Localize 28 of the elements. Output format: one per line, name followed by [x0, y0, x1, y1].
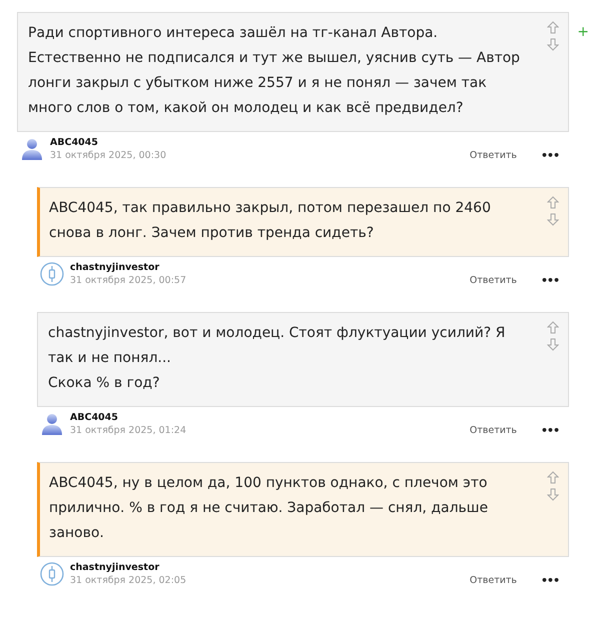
- author-name[interactable]: chastnyjinvestor: [70, 562, 470, 573]
- more-menu[interactable]: •••: [540, 574, 559, 586]
- comment-date: 31 октября 2025, 00:30: [50, 150, 168, 161]
- comment-text: Ради спортивного интереса зашёл на тг-канал Автора. Естественно не подписался и тут же вышел, уяснив суть — Автор лонги закрыл с убытком ниже 2557 и я не понял — зачем так много слов о том, какой он молодец и как всё предвидел?: [28, 24, 521, 118]
- comment-date: 31 октября 2025, 01:24: [70, 425, 188, 436]
- more-menu[interactable]: •••: [540, 274, 559, 286]
- reply-link[interactable]: Ответить: [470, 274, 517, 286]
- reply-link[interactable]: Ответить: [470, 574, 517, 586]
- comment-text: chastnyjinvestor, вот и молодец. Стоят флуктуации усилий? Я так и не понял... Скока % в год?: [48, 324, 506, 393]
- reply-link[interactable]: Ответить: [470, 424, 517, 436]
- comment-text: ABC4045, ну в целом да, 100 пунктов однако, с плечом это прилично. % в год я не считаю. Заработал — снял, дальше заново.: [49, 474, 489, 543]
- up-arrow-icon[interactable]: [547, 471, 559, 485]
- down-arrow-icon[interactable]: [547, 212, 559, 226]
- up-arrow-icon[interactable]: [547, 196, 559, 210]
- comment-date: 31 октября 2025, 00:57: [70, 275, 188, 286]
- more-menu[interactable]: •••: [540, 424, 559, 436]
- down-arrow-icon[interactable]: [547, 337, 559, 351]
- author-name[interactable]: ABC4045: [70, 412, 470, 423]
- author-name[interactable]: ABC4045: [50, 137, 470, 148]
- comment-date: 31 октября 2025, 02:05: [70, 575, 188, 586]
- up-arrow-icon[interactable]: [547, 21, 559, 35]
- down-arrow-icon[interactable]: [547, 37, 559, 51]
- author-name[interactable]: chastnyjinvestor: [70, 262, 470, 273]
- comment-text: ABC4045, так правильно закрыл, потом перезашел по 2460 снова в лонг. Зачем против тренда сидеть?: [49, 199, 492, 243]
- down-arrow-icon[interactable]: [547, 487, 559, 501]
- reply-link[interactable]: Ответить: [470, 150, 517, 160]
- up-arrow-icon[interactable]: [547, 321, 559, 335]
- more-menu[interactable]: •••: [540, 148, 559, 162]
